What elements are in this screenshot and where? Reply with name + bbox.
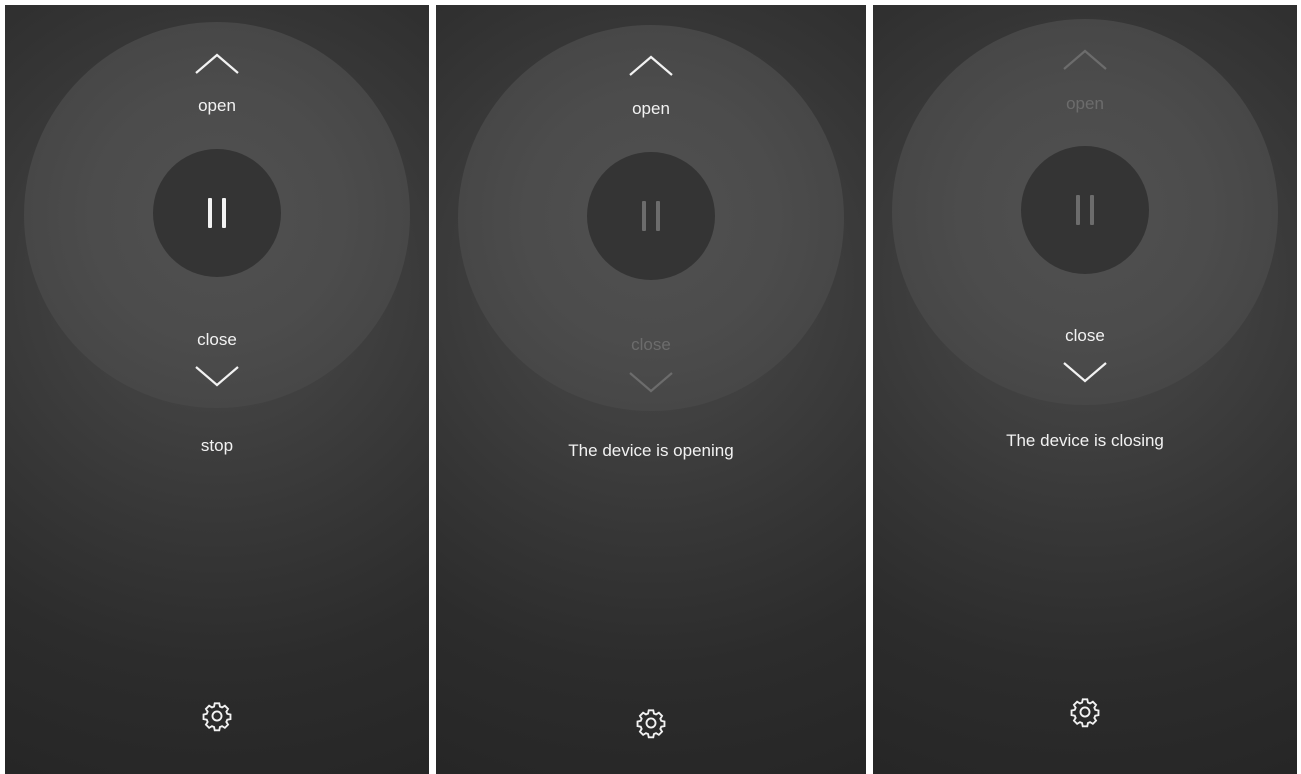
close-button[interactable]: close <box>436 335 866 355</box>
status-text: The device is opening <box>568 441 734 460</box>
pause-button[interactable] <box>587 152 715 280</box>
open-button[interactable]: open <box>873 94 1297 114</box>
screen-stopped: open close stop <box>5 5 429 774</box>
screen-opening: open close The device is opening <box>436 5 866 774</box>
pause-icon <box>1076 195 1094 225</box>
pause-button[interactable] <box>153 149 281 277</box>
chevron-up-icon[interactable] <box>194 51 240 75</box>
pause-icon <box>208 198 226 228</box>
open-button[interactable]: open <box>5 96 429 116</box>
gear-icon[interactable] <box>635 707 667 739</box>
gear-icon[interactable] <box>1069 696 1101 728</box>
close-button[interactable]: close <box>873 326 1297 346</box>
screen-closing: open close The device is closing <box>873 5 1297 774</box>
pause-icon <box>642 201 660 231</box>
chevron-down-icon[interactable] <box>194 365 240 389</box>
open-button[interactable]: open <box>436 99 866 119</box>
chevron-down-icon[interactable] <box>628 371 674 395</box>
gear-icon[interactable] <box>201 700 233 732</box>
status-text: The device is closing <box>1006 431 1164 450</box>
chevron-up-icon[interactable] <box>1062 47 1108 71</box>
status-text: stop <box>200 436 234 455</box>
chevron-down-icon[interactable] <box>1062 361 1108 385</box>
chevron-up-icon[interactable] <box>628 53 674 77</box>
pause-button[interactable] <box>1021 146 1149 274</box>
close-button[interactable]: close <box>5 330 429 350</box>
